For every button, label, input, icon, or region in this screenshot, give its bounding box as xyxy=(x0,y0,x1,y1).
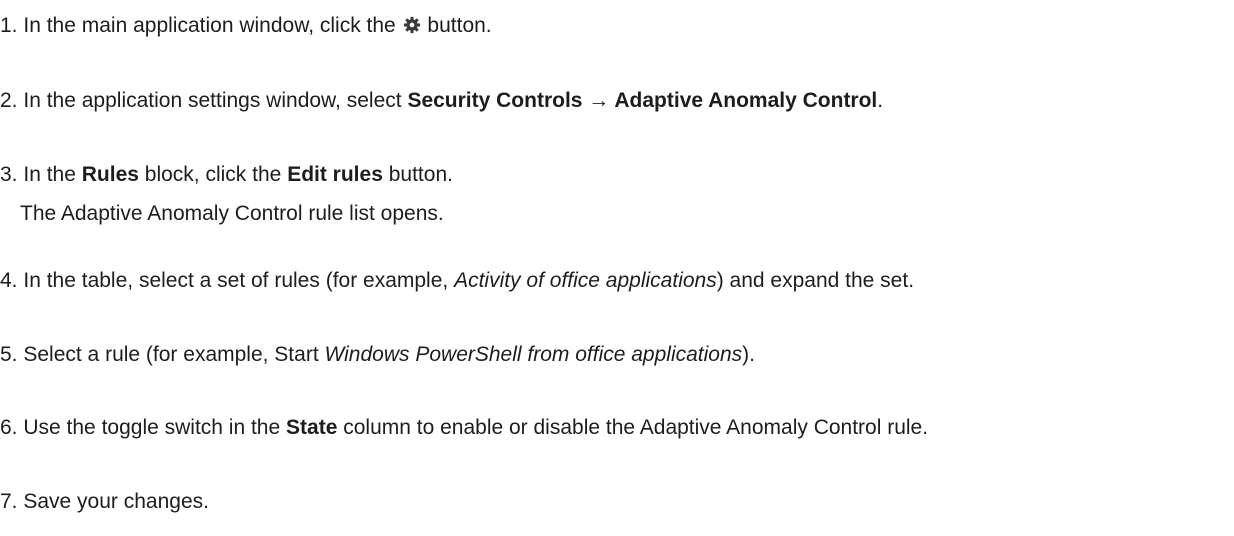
rule-set-example: Activity of office applications xyxy=(454,269,717,292)
step-6: 6. Use the toggle switch in the State co… xyxy=(0,413,928,443)
step-number: 7. xyxy=(0,490,18,513)
step-text: column to enable or disable the Adaptive… xyxy=(343,416,929,439)
step-text: In the table, select a set of rules (for… xyxy=(23,269,449,292)
step-text: Save your changes. xyxy=(23,490,209,513)
step-text: block, click the xyxy=(144,163,282,186)
step-text: In the xyxy=(23,163,76,186)
step-text: . xyxy=(877,89,884,112)
step-2: 2. In the application settings window, s… xyxy=(0,86,883,116)
step-text: button. xyxy=(427,14,492,37)
step-number: 4. xyxy=(0,269,18,292)
step-4: 4. In the table, select a set of rules (… xyxy=(0,266,914,296)
step-number: 6. xyxy=(0,416,18,439)
state-column-name: State xyxy=(286,416,338,439)
step-3: 3. In the Rules block, click the Edit ru… xyxy=(0,160,453,190)
rules-block-name: Rules xyxy=(81,163,139,186)
edit-rules-button-name: Edit rules xyxy=(287,163,383,186)
step-text: In the application settings window, sele… xyxy=(23,89,402,112)
step-number: 5. xyxy=(0,343,18,366)
step-number: 2. xyxy=(0,89,18,112)
gear-icon xyxy=(403,16,420,34)
step-text: ). xyxy=(742,343,755,366)
instruction-page: 1. In the main application window, click… xyxy=(0,0,1234,536)
step-text: ) and expand the set. xyxy=(716,269,915,292)
step-5: 5. Select a rule (for example, Start Win… xyxy=(0,340,755,370)
settings-path: Security Controls → Adaptive Anomaly Con… xyxy=(407,89,878,112)
step-number: 3. xyxy=(0,163,18,186)
step-number: 1. xyxy=(0,14,18,37)
step-text: button. xyxy=(388,163,453,186)
step-text: In the main application window, click th… xyxy=(23,14,396,37)
step-7: 7. Save your changes. xyxy=(0,487,209,517)
step-3-result: The Adaptive Anomaly Control rule list o… xyxy=(20,202,444,225)
step-1: 1. In the main application window, click… xyxy=(0,11,492,41)
rule-example: Windows PowerShell from office applicati… xyxy=(324,343,743,366)
step-text: Select a rule (for example, Start xyxy=(23,343,319,366)
step-text: Use the toggle switch in the xyxy=(23,416,281,439)
